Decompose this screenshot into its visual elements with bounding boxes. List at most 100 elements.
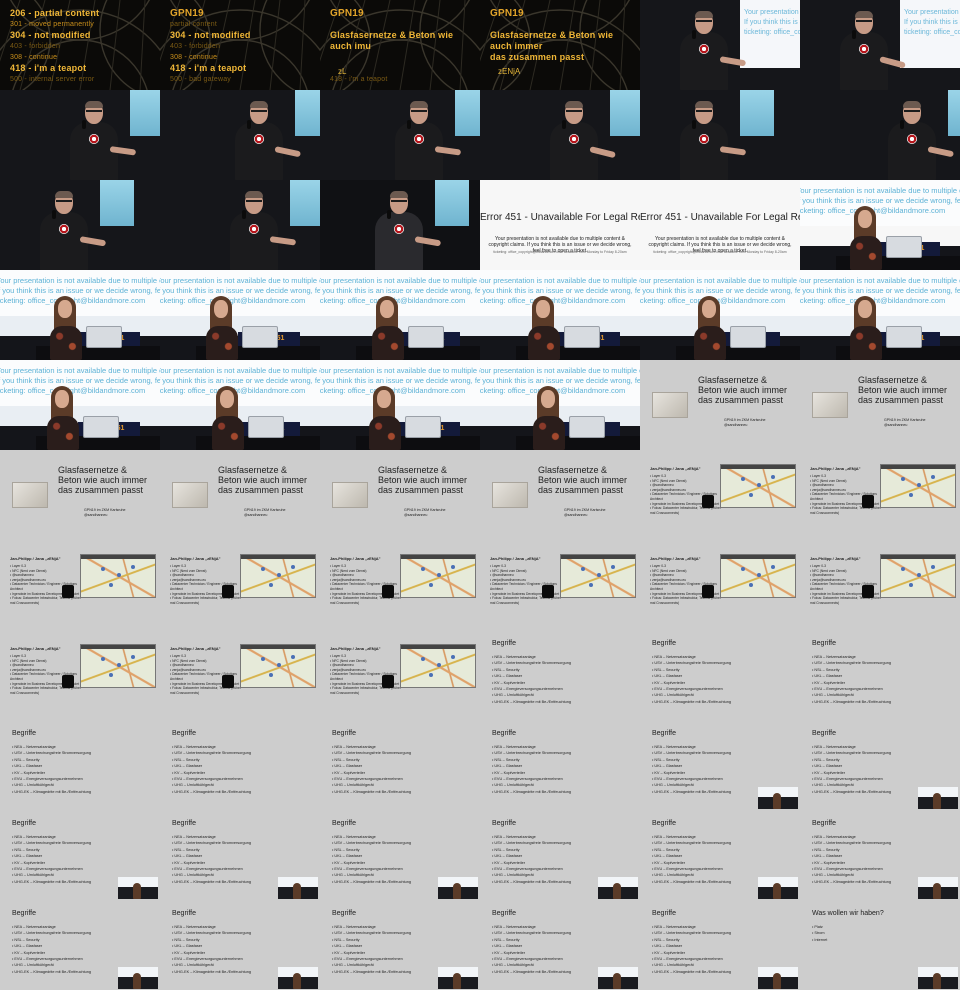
map-pin-icon (757, 573, 761, 577)
thumbnail-presenter (933, 793, 941, 809)
frame-begriffe: Begriffe • NEA – Netzersatzanlage • USV – … (0, 720, 160, 810)
title-line: 304 - not modified (10, 30, 91, 40)
thumbnail-presenter (613, 973, 621, 989)
screen-line: Your presentation is not available due t… (800, 186, 960, 195)
slide-line: If you think this is an issue or we deci… (904, 19, 960, 26)
speaker-thumbnail (118, 877, 158, 899)
frame-begriffe: Begriffe • NEA – Netzersatzanlage • USV – … (320, 900, 480, 990)
thumbnail-presenter (933, 973, 941, 989)
shirt-logo-icon (59, 224, 69, 234)
glasses-icon (696, 20, 712, 23)
title-text-block: GPN19 partial content 304 - not modified 40… (170, 8, 314, 85)
terms-list: • NEA – Netzersatzanlage • USV – Unterbre… (12, 744, 91, 795)
term-item: • UHG-EK – Klimagedrite mit Be-/Entfeuch… (812, 879, 891, 884)
frame-begriffe: Begriffe • NEA – Netzersatzanlage • USV – … (0, 810, 160, 900)
glasses-icon (566, 110, 582, 113)
slide-subtitle: GPN19 im ZKM Karlsruhe @sandhanneu (404, 508, 446, 518)
term-item: • UHG-EK – Klimagedrite mit Be-/Entfeuch… (332, 969, 411, 974)
frame-intro: Jan-Philipp / Jana „zENjA" • Layer 0-3 • N… (800, 450, 960, 540)
stage-screen (948, 90, 960, 136)
frame-speaker (480, 90, 640, 180)
intro-title: Jan-Philipp / Jana „zENjA" (10, 646, 61, 651)
screen-line: ticketing: office_copyright@bildandmore.… (320, 386, 466, 395)
screen-line: If you think this is an issue or we deci… (640, 286, 800, 295)
frame-woman: Your presentation is not available due t… (160, 270, 320, 360)
badge-icon (62, 585, 74, 598)
thumbnail-presenter (613, 883, 621, 899)
screen-line: Your presentation is not available due t… (480, 276, 640, 285)
map-pin-icon (421, 657, 425, 661)
presenter-face (380, 300, 394, 318)
term-item: • USV – Unterbrechungsfreie Stromversorg… (492, 751, 571, 756)
screen-line: Your presentation is not available due t… (640, 276, 800, 285)
subtitle-line: @sandhanneu (84, 513, 108, 517)
laptop-icon (730, 326, 766, 348)
term-item: • USV – Unterbrechungsfreie Stromversorg… (652, 931, 731, 936)
title-line: 308 - continue (170, 54, 218, 61)
frame-speaker: Your presentation is not available due t… (800, 0, 960, 90)
title-line: 418 - i'm a teapot (170, 63, 247, 73)
shirt-logo-icon (907, 134, 917, 144)
title-line: das zusammen passt (490, 52, 585, 62)
title-line: 418 - i'm a teapot (330, 76, 388, 83)
stage-screen (610, 90, 640, 136)
badge-icon (382, 585, 394, 598)
projector-screen: Your presentation is not available due t… (320, 270, 480, 316)
stage-screen (740, 90, 774, 136)
speaker-thumbnail (438, 877, 478, 899)
map-pin-icon (261, 567, 265, 571)
badge-icon (702, 585, 714, 598)
thumbnail-presenter (453, 883, 461, 899)
slide-title: Begriffe (812, 730, 836, 737)
goals-list: • Platz • Strom • Internet (812, 924, 827, 943)
frame-woman: Your presentation is not available due t… (320, 270, 480, 360)
frame-gf: Glasfasernetze & Beton wie auch immer da… (0, 450, 160, 540)
terms-list: • NEA – Netzersatzanlage • USV – Unterbre… (332, 924, 411, 975)
map-pin-icon (131, 565, 135, 569)
microphone-icon (242, 210, 246, 219)
thumbnail-presenter (293, 883, 301, 899)
screen-overflow-text: Your presentation is not available due t… (480, 276, 640, 306)
thumbnail-presenter (773, 883, 781, 899)
presenter-face (702, 300, 716, 318)
slide-title: Begriffe (492, 640, 516, 647)
network-map (240, 554, 316, 598)
presenter-body (850, 236, 882, 270)
laptop-icon (242, 326, 278, 348)
terms-list: • NEA – Netzersatzanlage • USV – Unterbre… (652, 834, 731, 885)
concrete-block-image (12, 482, 48, 508)
title-line: 500 - bad gateway (170, 76, 231, 83)
title-line: GPN19 (490, 8, 524, 19)
title-line (330, 52, 474, 63)
projector-screen: Your presentation is not available due t… (480, 270, 640, 316)
frame-begriffe: Begriffe • NEA – Netzersatzanlage • USV – … (640, 630, 800, 720)
screen-line: If you think this is an issue or we deci… (160, 286, 320, 295)
projector-screen: Your presentation is not available due t… (160, 270, 320, 316)
map-pin-icon (291, 655, 295, 659)
speaker-hair (55, 191, 73, 198)
screen-overflow-text: Your presentation is not available due t… (0, 366, 160, 396)
glasses-icon (391, 200, 407, 203)
map-header (721, 465, 795, 469)
laptop-icon (569, 416, 605, 438)
map-header (401, 645, 475, 649)
screen-line: Your presentation is not available due t… (320, 366, 480, 375)
map-header (881, 555, 955, 559)
map-pin-icon (909, 493, 913, 497)
subtitle-line: @sandhanneu (564, 513, 588, 517)
terms-list: • NEA – Netzersatzanlage • USV – Unterbre… (812, 654, 891, 705)
term-item: • UHG-EK – Klimagedrite mit Be-/Entfeuch… (652, 969, 731, 974)
presenter-body (47, 416, 79, 450)
screen-line: ticketing: office_copyright@bildandmore.… (0, 296, 146, 305)
projected-slide: Your presentation is not available due t… (740, 0, 800, 68)
screen-overflow-text: Your presentation is not available due t… (800, 186, 960, 216)
screen-line: Your presentation is not available due t… (320, 276, 480, 285)
subtitle-line: @sandhanneu (884, 423, 908, 427)
screen-overflow-text: Your presentation is not available due t… (0, 276, 160, 306)
slide-title: Begriffe (172, 820, 196, 827)
speaker-handle: zENjA (498, 67, 521, 76)
slide-line: Your presentation is not available due t… (904, 9, 960, 16)
slide-title: Begriffe (332, 820, 356, 827)
shirt-logo-icon (254, 134, 264, 144)
slide-line: If you think this is an issue or we deci… (744, 19, 800, 26)
